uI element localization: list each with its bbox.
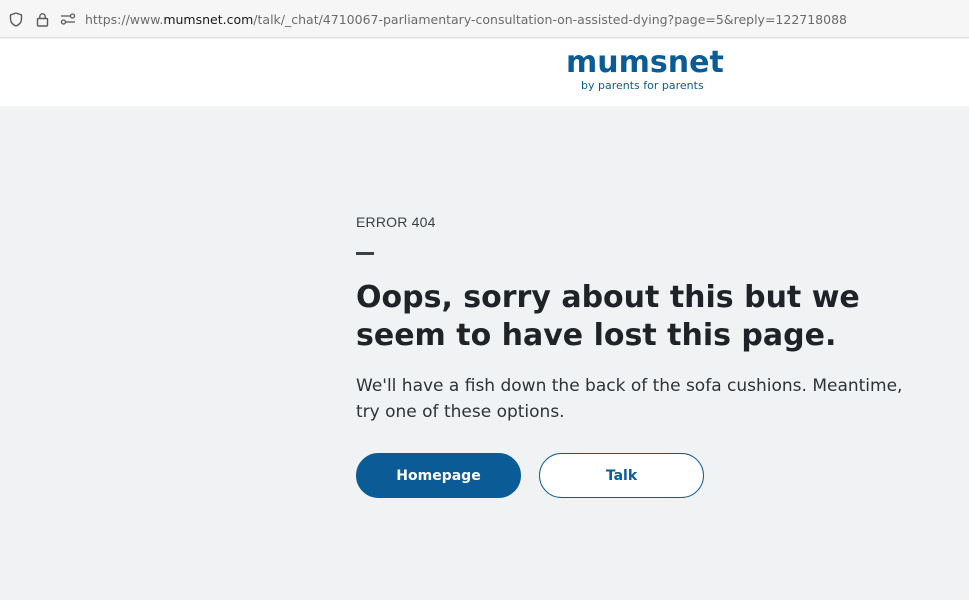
page-title: Oops, sorry about this but we seem to ha… <box>356 280 860 353</box>
mumsnet-logo[interactable]: mumsnet by parents for parents <box>566 47 726 93</box>
homepage-button[interactable]: Homepage <box>356 453 521 498</box>
logo-tagline: by parents for parents <box>581 79 704 92</box>
error-content: ERROR 404 Oops, sorry about this but we … <box>356 214 946 498</box>
lock-icon[interactable] <box>34 11 50 27</box>
action-buttons: Homepage Talk <box>356 453 946 498</box>
shield-icon[interactable] <box>8 11 24 27</box>
permissions-icon[interactable] <box>60 11 76 27</box>
error-page: ERROR 404 Oops, sorry about this but we … <box>0 106 969 600</box>
browser-address-bar: https://www.mumsnet.com/talk/_chat/47100… <box>0 0 969 38</box>
talk-button[interactable]: Talk <box>539 453 704 498</box>
url-path: /talk/_chat/4710067-parliamentary-consul… <box>253 12 847 27</box>
divider-dash <box>356 252 374 255</box>
error-description: We'll have a fish down the back of the s… <box>356 376 903 422</box>
url-host: mumsnet.com <box>163 12 254 27</box>
error-code: ERROR 404 <box>356 214 436 230</box>
logo-wordmark: mumsnet <box>566 45 724 80</box>
site-header: mumsnet by parents for parents <box>0 39 969 106</box>
url-field[interactable]: https://www.mumsnet.com/talk/_chat/47100… <box>85 12 847 27</box>
url-prefix: https://www. <box>85 12 164 27</box>
